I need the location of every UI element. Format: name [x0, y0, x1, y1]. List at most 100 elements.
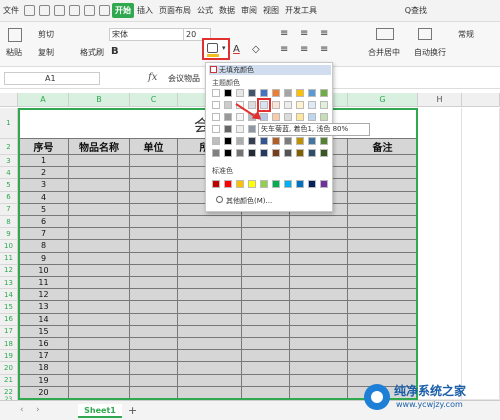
clear-format-icon[interactable]: ◇ [252, 44, 260, 55]
theme-tint-swatch[interactable] [212, 137, 220, 145]
prev-sheet-icon[interactable]: ‹ [20, 405, 24, 415]
data-cell[interactable] [130, 167, 178, 180]
tab-data[interactable]: 数据 [216, 5, 238, 16]
data-cell[interactable] [242, 301, 290, 314]
theme-tint-swatch[interactable] [224, 137, 232, 145]
data-cell[interactable] [348, 313, 418, 326]
data-cell[interactable] [130, 191, 178, 204]
row-number-cell[interactable]: 7 [18, 228, 69, 241]
data-cell[interactable] [69, 374, 130, 387]
theme-tint-swatch[interactable] [296, 101, 304, 109]
column-i-cells[interactable] [462, 108, 500, 400]
data-cell[interactable] [69, 264, 130, 277]
data-cell[interactable] [242, 374, 290, 387]
tab-developer[interactable]: 开发工具 [282, 5, 320, 16]
data-cell[interactable] [348, 277, 418, 290]
data-cell[interactable] [290, 325, 348, 338]
data-cell[interactable] [130, 386, 178, 399]
theme-color-swatch[interactable] [224, 89, 232, 97]
data-cell[interactable] [130, 228, 178, 241]
data-cell[interactable] [130, 325, 178, 338]
format-painter-button[interactable]: 格式刷 [80, 47, 104, 58]
tab-insert[interactable]: 插入 [134, 5, 156, 16]
data-cell[interactable] [178, 289, 242, 302]
theme-color-swatch[interactable] [248, 89, 256, 97]
row-number-cell[interactable]: 20 [18, 386, 69, 399]
row-header[interactable]: 3 [0, 155, 18, 168]
data-cell[interactable] [69, 179, 130, 192]
theme-color-swatch[interactable] [212, 89, 220, 97]
row-number-cell[interactable]: 9 [18, 252, 69, 265]
data-cell[interactable] [178, 252, 242, 265]
data-cell[interactable] [348, 155, 418, 168]
row-number-cell[interactable]: 14 [18, 313, 69, 326]
data-cell[interactable] [290, 301, 348, 314]
data-cell[interactable] [242, 325, 290, 338]
theme-tint-swatch[interactable] [224, 101, 232, 109]
theme-tint-swatch[interactable] [320, 101, 328, 109]
row-number-cell[interactable]: 19 [18, 374, 69, 387]
row-header[interactable]: 15 [0, 301, 18, 314]
row-header[interactable]: 11 [0, 252, 18, 265]
sheet-tab[interactable]: Sheet1 [78, 404, 122, 418]
row-header[interactable]: 10 [0, 240, 18, 253]
data-cell[interactable] [178, 386, 242, 399]
column-h-cells[interactable] [418, 108, 462, 400]
data-cell[interactable] [69, 228, 130, 241]
data-cell[interactable] [290, 374, 348, 387]
column-header[interactable]: B [69, 93, 130, 107]
tab-home[interactable]: 开始 [112, 3, 134, 18]
data-cell[interactable] [290, 386, 348, 399]
data-cell[interactable] [348, 203, 418, 216]
theme-tint-swatch[interactable] [260, 137, 268, 145]
column-header[interactable]: C [130, 93, 178, 107]
row-number-cell[interactable]: 3 [18, 179, 69, 192]
data-cell[interactable] [130, 313, 178, 326]
theme-tint-swatch[interactable] [236, 149, 244, 157]
theme-tint-swatch[interactable] [296, 149, 304, 157]
theme-tint-swatch[interactable] [320, 113, 328, 121]
fill-color-button[interactable]: ▾ [202, 38, 230, 60]
data-cell[interactable] [242, 386, 290, 399]
theme-tint-swatch[interactable] [236, 113, 244, 121]
column-header[interactable]: A [18, 93, 69, 107]
data-cell[interactable] [130, 155, 178, 168]
data-cell[interactable] [178, 350, 242, 363]
data-cell[interactable] [348, 350, 418, 363]
row-number-cell[interactable]: 8 [18, 240, 69, 253]
theme-tint-swatch[interactable] [212, 149, 220, 157]
formula-input[interactable]: 会议物品 [168, 73, 200, 84]
data-cell[interactable] [348, 338, 418, 351]
theme-tint-swatch[interactable] [212, 113, 220, 121]
data-cell[interactable] [130, 240, 178, 253]
data-cell[interactable] [242, 289, 290, 302]
data-cell[interactable] [69, 216, 130, 229]
data-cell[interactable] [130, 374, 178, 387]
data-cell[interactable] [242, 313, 290, 326]
row-header[interactable]: 17 [0, 325, 18, 338]
theme-tint-swatch[interactable] [308, 113, 316, 121]
data-cell[interactable] [69, 386, 130, 399]
add-sheet-icon[interactable]: + [128, 404, 137, 417]
row-number-cell[interactable]: 18 [18, 362, 69, 375]
align-center-icon[interactable]: ≡ [300, 44, 308, 55]
theme-color-swatch[interactable] [260, 89, 268, 97]
data-cell[interactable] [69, 240, 130, 253]
theme-tint-swatch[interactable] [284, 149, 292, 157]
row-number-cell[interactable]: 6 [18, 216, 69, 229]
data-cell[interactable] [178, 228, 242, 241]
header-cell[interactable]: 单位 [130, 139, 178, 155]
theme-color-swatch[interactable] [308, 89, 316, 97]
align-bottom-icon[interactable]: ≡ [320, 28, 328, 39]
tab-review[interactable]: 审阅 [238, 5, 260, 16]
align-right-icon[interactable]: ≡ [320, 44, 328, 55]
row-number-cell[interactable]: 13 [18, 301, 69, 314]
data-cell[interactable] [130, 203, 178, 216]
data-cell[interactable] [348, 289, 418, 302]
data-cell[interactable] [130, 264, 178, 277]
theme-tint-swatch[interactable] [284, 113, 292, 121]
theme-color-swatch[interactable] [284, 89, 292, 97]
theme-tint-swatch[interactable] [224, 125, 232, 133]
data-cell[interactable] [290, 362, 348, 375]
paste-button[interactable]: 粘贴 [6, 47, 22, 58]
